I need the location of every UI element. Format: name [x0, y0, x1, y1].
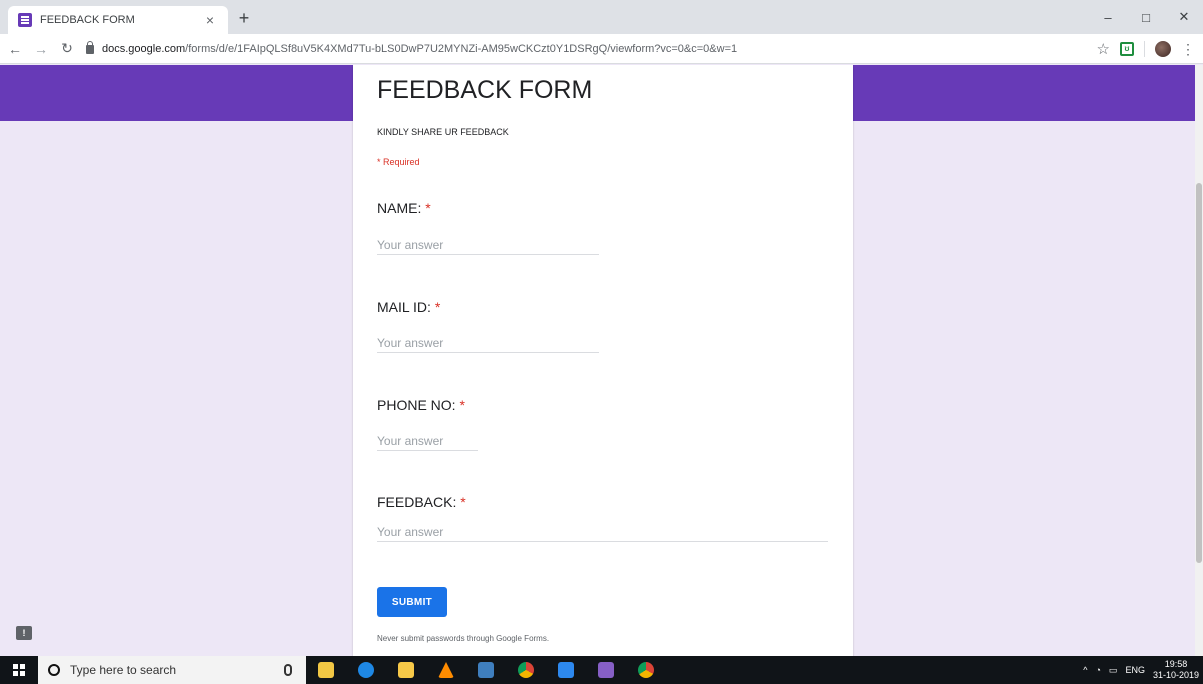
forward-icon[interactable]: →	[30, 41, 52, 57]
system-tray: ^ ◔ ▭ ENG 19:58 31-10-2019	[1083, 656, 1199, 684]
chrome-app-icon[interactable]	[506, 656, 546, 684]
question-name-label: NAME: *	[377, 200, 431, 216]
edge-app-icon[interactable]	[346, 656, 386, 684]
required-star: *	[425, 200, 431, 216]
question-phone-label: PHONE NO: *	[377, 397, 465, 413]
tab-title: FEEDBACK FORM	[40, 14, 135, 26]
mail-id-input[interactable]	[377, 333, 599, 353]
new-tab-button[interactable]: +	[234, 8, 254, 28]
question-feedback-label: FEEDBACK: *	[377, 494, 466, 510]
question-label-text: NAME:	[377, 200, 422, 216]
close-tab-icon[interactable]: ×	[202, 12, 218, 28]
feedback-input[interactable]	[377, 522, 828, 542]
chrome-active-app-icon[interactable]	[626, 656, 666, 684]
windows-logo-icon	[13, 664, 25, 676]
taskbar-clock[interactable]: 19:58 31-10-2019	[1153, 659, 1199, 681]
file-explorer-icon[interactable]	[386, 656, 426, 684]
dev-cpp-app-icon[interactable]	[546, 656, 586, 684]
url-path: /forms/d/e/1FAIpQLSf8uV5K4XMd7Tu-bLS0DwP…	[185, 42, 738, 55]
search-placeholder: Type here to search	[70, 663, 177, 677]
footer-note: Never submit passwords through Google Fo…	[377, 634, 550, 643]
language-indicator[interactable]: ENG	[1125, 665, 1145, 675]
store-app-icon[interactable]	[306, 656, 346, 684]
browser-toolbar: ← → ↻ docs.google.com/forms/d/e/1FAIpQLS…	[0, 34, 1203, 64]
phone-input[interactable]	[377, 431, 478, 451]
windows-taskbar: Type here to search ^ ◔ ▭ ENG 19:58 31-1…	[0, 656, 1203, 684]
browser-menu-icon[interactable]: ⋮	[1181, 41, 1195, 58]
browser-tabstrip: FEEDBACK FORM × + – □ ✕	[0, 0, 1203, 34]
report-problem-icon[interactable]: !	[16, 626, 32, 640]
required-star: *	[460, 494, 466, 510]
bookmark-star-icon[interactable]: ☆	[1097, 40, 1110, 58]
form-title: FEEDBACK FORM	[377, 76, 593, 104]
toolbar-actions: ☆ ʊ ⋮	[1097, 34, 1195, 64]
question-label-text: PHONE NO:	[377, 397, 456, 413]
microphone-icon[interactable]	[284, 664, 292, 676]
scrollbar-thumb[interactable]	[1196, 183, 1202, 563]
vlc-app-icon[interactable]	[426, 656, 466, 684]
required-star: *	[459, 397, 465, 413]
form-card: FEEDBACK FORM KINDLY SHARE UR FEEDBACK *…	[353, 65, 853, 656]
page-viewport: FEEDBACK FORM KINDLY SHARE UR FEEDBACK *…	[0, 65, 1203, 656]
battery-icon[interactable]: ▭	[1109, 665, 1118, 676]
question-mail-label: MAIL ID: *	[377, 299, 440, 315]
maximize-button[interactable]: □	[1127, 0, 1165, 34]
visual-studio-app-icon[interactable]	[586, 656, 626, 684]
question-label-text: FEEDBACK:	[377, 494, 457, 510]
taskbar-search[interactable]: Type here to search	[38, 656, 306, 684]
toolbar-divider	[1144, 41, 1145, 57]
required-note: * Required	[377, 157, 420, 167]
profile-avatar[interactable]	[1155, 41, 1171, 57]
window-controls: – □ ✕	[1089, 0, 1203, 34]
wifi-icon[interactable]: ◔	[1095, 665, 1100, 675]
url-host: docs.google.com	[102, 42, 186, 55]
close-window-button[interactable]: ✕	[1165, 0, 1203, 34]
lock-icon[interactable]	[86, 41, 94, 54]
cortana-icon	[48, 664, 60, 676]
clock-time: 19:58	[1164, 659, 1188, 669]
address-bar[interactable]: docs.google.com/forms/d/e/1FAIpQLSf8uV5K…	[86, 38, 1066, 60]
start-button[interactable]	[0, 656, 38, 684]
question-label-text: MAIL ID:	[377, 299, 431, 315]
python-app-icon[interactable]	[466, 656, 506, 684]
required-star: *	[434, 299, 441, 315]
reload-icon[interactable]: ↻	[56, 40, 78, 57]
google-forms-icon	[18, 13, 32, 27]
form-description: KINDLY SHARE UR FEEDBACK	[377, 127, 509, 137]
submit-button[interactable]: SUBMIT	[377, 587, 447, 617]
back-icon[interactable]: ←	[4, 41, 26, 57]
name-input[interactable]	[377, 235, 599, 255]
tray-chevron-icon[interactable]: ^	[1083, 665, 1087, 675]
minimize-button[interactable]: –	[1089, 0, 1127, 34]
clock-date: 31-10-2019	[1152, 670, 1199, 680]
browser-tab[interactable]: FEEDBACK FORM ×	[8, 6, 228, 34]
extension-icon[interactable]: ʊ	[1120, 42, 1134, 56]
page-scrollbar[interactable]	[1195, 65, 1203, 656]
